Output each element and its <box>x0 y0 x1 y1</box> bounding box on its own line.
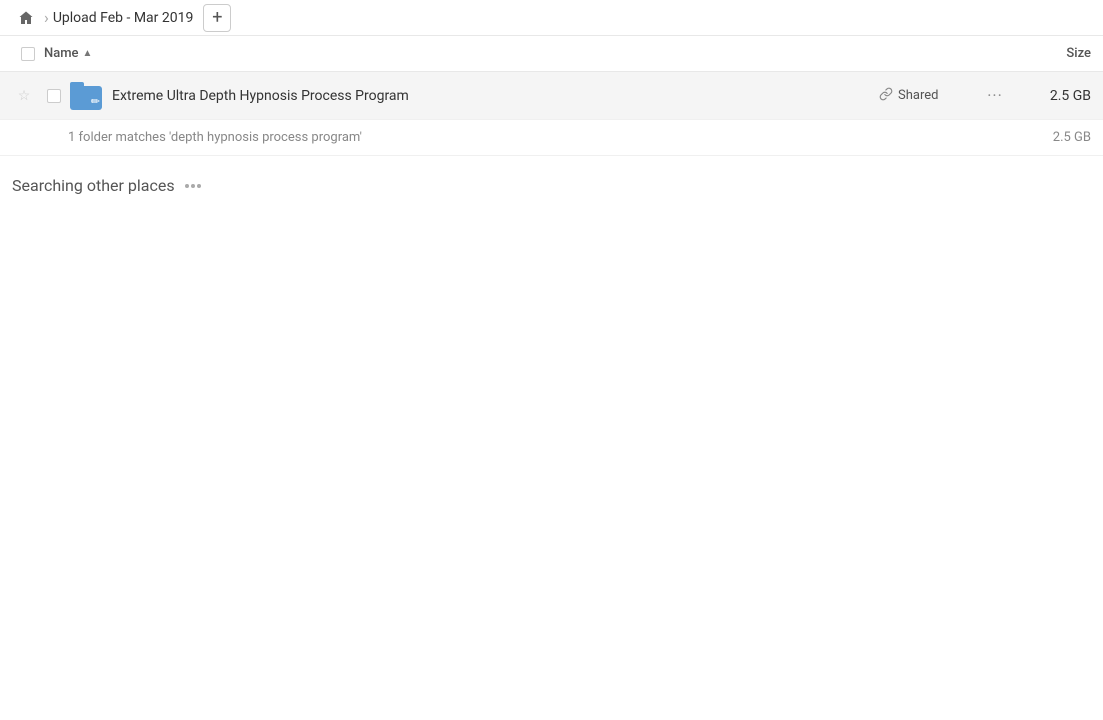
folder-pencil-icon: ✏ <box>91 95 100 108</box>
home-button[interactable] <box>12 4 40 32</box>
select-all-checkbox[interactable] <box>12 47 44 61</box>
breadcrumb-separator: › <box>44 8 49 27</box>
checkbox-all[interactable] <box>21 47 35 61</box>
name-column-header[interactable]: Name ▲ <box>44 46 1011 61</box>
link-icon <box>879 87 893 105</box>
star-icon: ☆ <box>18 88 31 104</box>
shared-label: Shared <box>898 88 938 103</box>
file-size: 2.5 GB <box>1011 88 1091 104</box>
summary-row: 1 folder matches 'depth hypnosis process… <box>0 120 1103 156</box>
searching-title: Searching other places <box>12 176 1091 195</box>
file-list-row[interactable]: ☆ ✏ Extreme Ultra Depth Hypnosis Process… <box>0 72 1103 120</box>
star-button[interactable]: ☆ <box>12 88 36 104</box>
more-options-button[interactable]: ··· <box>979 80 1011 112</box>
sort-arrow-icon: ▲ <box>83 48 93 59</box>
column-headers: Name ▲ Size <box>0 36 1103 72</box>
shared-status: Shared <box>879 87 979 105</box>
summary-text: 1 folder matches 'depth hypnosis process… <box>68 130 1011 145</box>
file-name: Extreme Ultra Depth Hypnosis Process Pro… <box>104 88 879 104</box>
breadcrumb-bar: › Upload Feb - Mar 2019 + <box>0 0 1103 36</box>
breadcrumb-title: Upload Feb - Mar 2019 <box>53 10 194 26</box>
searching-section: Searching other places <box>0 156 1103 215</box>
checkbox-item[interactable] <box>47 89 61 103</box>
folder-icon: ✏ <box>68 82 104 110</box>
add-button[interactable]: + <box>203 4 231 32</box>
loading-indicator <box>185 184 201 188</box>
summary-size: 2.5 GB <box>1011 130 1091 145</box>
size-column-header[interactable]: Size <box>1011 46 1091 61</box>
row-checkbox[interactable] <box>40 89 68 103</box>
searching-title-text: Searching other places <box>12 176 175 195</box>
